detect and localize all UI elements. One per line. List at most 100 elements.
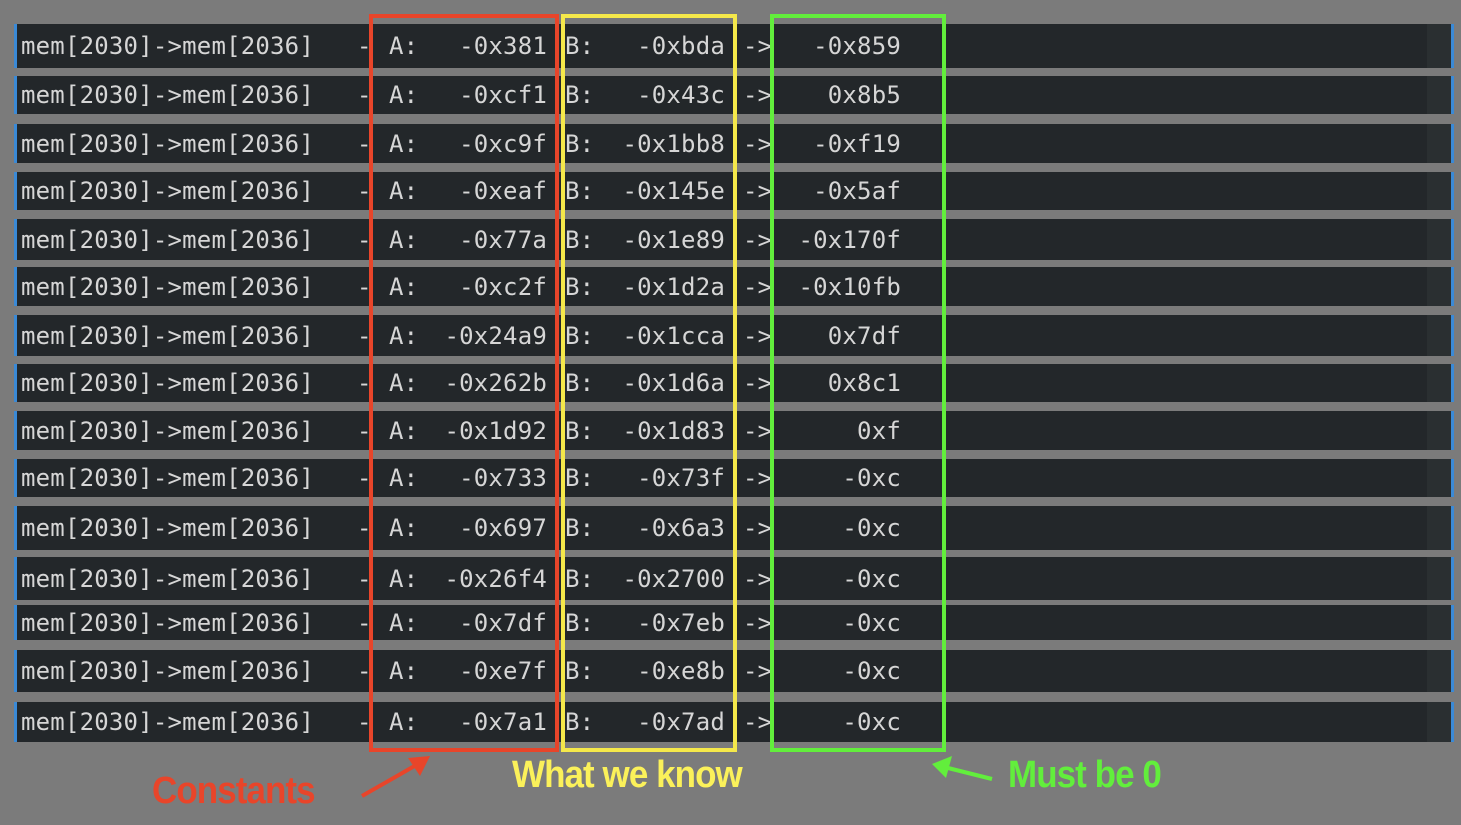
- log-row: mem[2030]->mem[2036] - A: -0x697 B: -0x6a3 -> -…: [14, 506, 1454, 550]
- row-right-edge: [1451, 605, 1454, 640]
- log-row: mem[2030]->mem[2036] - A: -0x7a1 B: -0x7ad -> -…: [14, 702, 1454, 742]
- row-scroll-track: [1427, 315, 1451, 356]
- row-scroll-track: [1427, 124, 1451, 163]
- row-scroll-track: [1427, 459, 1451, 497]
- expression-text: mem[2030]->mem[2036]: [21, 225, 314, 254]
- expression-text: mem[2030]->mem[2036]: [21, 177, 314, 205]
- arrow-text: ->: [743, 416, 773, 445]
- log-row: mem[2030]->mem[2036] - A: -0x24a9 B: -0x1cca -…: [14, 315, 1454, 356]
- b-value: -0x6a3: [637, 514, 725, 542]
- b-value: -0x7eb: [637, 608, 725, 637]
- separator-text: -: [357, 657, 372, 685]
- expression-text: mem[2030]->mem[2036]: [21, 81, 314, 109]
- row-right-edge: [1451, 219, 1454, 260]
- result-value: -0xc: [842, 514, 901, 542]
- a-value: -0x24a9: [444, 321, 547, 350]
- a-label: A:: [389, 464, 419, 492]
- log-row: mem[2030]->mem[2036] - A: -0x26f4 B: -0x2700-…: [14, 557, 1454, 600]
- arrow-text: ->: [743, 272, 773, 301]
- a-label: A:: [389, 608, 419, 637]
- result-value: 0x7df: [827, 321, 901, 350]
- b-value: -0x43c: [637, 81, 725, 109]
- row-right-edge: [1451, 364, 1454, 402]
- log-row: mem[2030]->mem[2036] - A: -0xcf1 B: -0x43c -> 0…: [14, 76, 1454, 114]
- result-value: -0xc: [842, 464, 901, 492]
- b-label: B:: [565, 272, 595, 301]
- expression-text: mem[2030]->mem[2036]: [21, 369, 314, 397]
- b-value: -0x1bb8: [622, 129, 725, 158]
- b-value: -0xbda: [637, 32, 725, 60]
- a-value: -0x7a1: [459, 708, 547, 736]
- row-right-edge: [1451, 267, 1454, 306]
- row-right-edge: [1451, 506, 1454, 550]
- row-right-edge: [1451, 76, 1454, 114]
- arrow-text: ->: [743, 177, 773, 205]
- separator-text: -: [357, 81, 372, 109]
- b-label: B:: [565, 416, 595, 445]
- b-value: -0x73f: [637, 464, 725, 492]
- a-value: -0xeaf: [459, 177, 547, 205]
- b-value: -0x1e89: [622, 225, 725, 254]
- expression-text: mem[2030]->mem[2036]: [21, 514, 314, 542]
- result-value: -0xc: [842, 608, 901, 637]
- result-value: -0x5af: [813, 177, 901, 205]
- a-value: -0xcf1: [459, 81, 547, 109]
- separator-text: -: [357, 321, 372, 350]
- b-label: B:: [565, 369, 595, 397]
- b-label: B:: [565, 464, 595, 492]
- row-right-edge: [1451, 459, 1454, 497]
- row-scroll-track: [1427, 702, 1451, 742]
- row-right-edge: [1451, 650, 1454, 692]
- constants-arrow-icon: [361, 756, 430, 798]
- b-label: B:: [565, 657, 595, 685]
- row-scroll-track: [1427, 76, 1451, 114]
- separator-text: -: [357, 464, 372, 492]
- a-label: A:: [389, 81, 419, 109]
- result-value: -0xc: [842, 708, 901, 736]
- a-value: -0x697: [459, 514, 547, 542]
- row-scroll-track: [1427, 411, 1451, 450]
- a-value: -0xe7f: [459, 657, 547, 685]
- log-row: mem[2030]->mem[2036] - A: -0xc2f B: -0x1d2a ->…: [14, 267, 1454, 306]
- log-row: mem[2030]->mem[2036] - A: -0x77a B: -0x1e89 ->…: [14, 219, 1454, 260]
- constants-label: Constants: [152, 770, 316, 812]
- b-value: -0x7ad: [637, 708, 725, 736]
- separator-text: -: [357, 177, 372, 205]
- log-row: mem[2030]->mem[2036] - A: -0x733 B: -0x73f -> -…: [14, 459, 1454, 497]
- b-label: B:: [565, 129, 595, 158]
- b-label: B:: [565, 564, 595, 593]
- log-row: mem[2030]->mem[2036] - A: -0xc9f B: -0x1bb8 ->…: [14, 124, 1454, 163]
- separator-text: -: [357, 129, 372, 158]
- expression-text: mem[2030]->mem[2036]: [21, 564, 314, 593]
- must-be-zero-arrow-icon: [932, 756, 993, 781]
- b-value: -0x1d6a: [622, 369, 725, 397]
- a-label: A:: [389, 514, 419, 542]
- result-value: 0x8b5: [827, 81, 901, 109]
- result-value: -0x170f: [798, 225, 901, 254]
- separator-text: -: [357, 416, 372, 445]
- log-row: mem[2030]->mem[2036] - A: -0x1d92 B: -0x1d83-…: [14, 411, 1454, 450]
- b-label: B:: [565, 225, 595, 254]
- b-label: B:: [565, 32, 595, 60]
- row-right-edge: [1451, 702, 1454, 742]
- result-value: -0xc: [842, 564, 901, 593]
- separator-text: -: [357, 272, 372, 301]
- row-right-edge: [1451, 24, 1454, 68]
- b-label: B:: [565, 321, 595, 350]
- separator-text: -: [357, 225, 372, 254]
- expression-text: mem[2030]->mem[2036]: [21, 608, 314, 637]
- expression-text: mem[2030]->mem[2036]: [21, 321, 314, 350]
- expression-text: mem[2030]->mem[2036]: [21, 708, 314, 736]
- b-label: B:: [565, 708, 595, 736]
- result-value: -0x859: [813, 32, 901, 60]
- arrow-text: ->: [743, 608, 773, 637]
- arrow-text: ->: [743, 369, 773, 397]
- row-right-edge: [1451, 411, 1454, 450]
- a-label: A:: [389, 321, 419, 350]
- a-value: -0x262b: [444, 369, 547, 397]
- separator-text: -: [357, 564, 372, 593]
- arrow-text: ->: [743, 564, 773, 593]
- a-value: -0x7df: [459, 608, 547, 637]
- row-scroll-track: [1427, 267, 1451, 306]
- a-value: -0x1d92: [444, 416, 547, 445]
